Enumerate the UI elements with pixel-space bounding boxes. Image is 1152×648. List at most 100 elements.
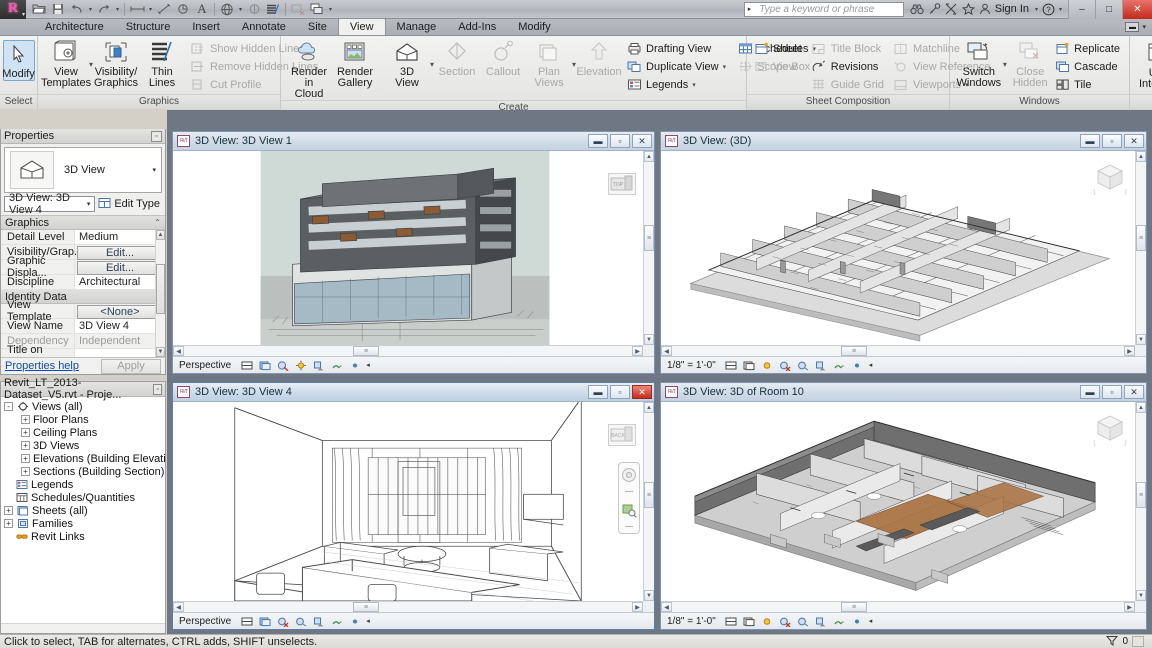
detail-level-icon[interactable] <box>258 615 271 628</box>
user-interface-button[interactable]: User Interface <box>1135 40 1152 90</box>
properties-scrollbar[interactable]: ▲ ▼ <box>155 230 165 357</box>
detail-level-icon[interactable] <box>258 359 271 372</box>
horizontal-scroll-thumb-2[interactable]: ≡ <box>841 346 867 356</box>
section-icon[interactable] <box>245 1 263 18</box>
view-canvas-3d-of-room-10[interactable] <box>661 402 1135 601</box>
tree-node-3d-views[interactable]: + 3D Views <box>4 439 165 452</box>
scroll-left-icon[interactable]: ◀ <box>661 346 672 356</box>
scroll-up-icon[interactable]: ▲ <box>1136 402 1146 413</box>
scale-icon[interactable] <box>240 359 253 372</box>
shadows-icon[interactable] <box>797 615 810 628</box>
apply-button[interactable]: Apply <box>101 359 161 374</box>
visual-style-icon[interactable] <box>761 615 774 628</box>
properties-scroll-down-icon[interactable]: ▼ <box>156 347 165 357</box>
thin-lines-icon[interactable] <box>264 1 282 18</box>
view-minimize-button-1[interactable]: ▬ <box>588 134 608 148</box>
view-window-3d-view-4[interactable]: RVT 3D View: 3D View 4 ▬ ▫ ✕ <box>172 382 655 630</box>
edit-type-button[interactable]: Edit Type <box>98 197 162 212</box>
more-icon[interactable]: ◂ <box>366 361 370 369</box>
view-vertical-scrollbar-4[interactable]: ▲ ≡ ▼ <box>1135 402 1146 601</box>
restore-button[interactable]: □ <box>1095 0 1122 19</box>
view-maximize-button-3[interactable]: ▫ <box>610 385 630 399</box>
view-titlebar-3d-of-room-10[interactable]: RVT 3D View: 3D of Room 10 ▬ ▫ ✕ <box>661 383 1146 402</box>
tree-node-schedules[interactable]: Schedules/Quantities <box>4 491 165 504</box>
tree-node-sections[interactable]: + Sections (Building Section) <box>4 465 165 478</box>
tree-node-floor-plans[interactable]: + Floor Plans <box>4 413 165 426</box>
view-close-button-1[interactable]: ✕ <box>632 134 652 148</box>
tab-annotate[interactable]: Annotate <box>231 19 297 35</box>
navigation-cube-3[interactable]: BACK <box>608 424 636 446</box>
view-scale-label-2[interactable]: 1/8" = 1'-0" <box>667 360 716 371</box>
project-browser-close-icon[interactable]: ▫ <box>153 384 162 395</box>
view-canvas-3d[interactable] <box>661 151 1135 345</box>
properties-scroll-thumb[interactable] <box>156 264 165 314</box>
ribbon-display-options[interactable]: ▬ ▾ <box>1125 19 1152 35</box>
close-hidden-button[interactable]: Close Hidden <box>1007 39 1053 89</box>
property-row-graphic-display[interactable]: Graphic Displa... Edit... <box>1 260 165 275</box>
switch-windows-icon[interactable] <box>308 1 326 18</box>
view-horizontal-scrollbar-1[interactable]: ◀ ≡ ▶ <box>173 345 643 356</box>
tree-node-legends[interactable]: Legends <box>4 478 165 491</box>
family-type-preview[interactable]: 3D View ▾ <box>4 147 162 193</box>
tree-node-ceiling-plans[interactable]: + Ceiling Plans <box>4 426 165 439</box>
horizontal-scroll-thumb-4[interactable]: ≡ <box>841 602 867 612</box>
graphics-collapse-icon[interactable]: ⌃ <box>154 218 161 227</box>
view-placement-button[interactable]: View <box>752 58 806 75</box>
view-close-button-2[interactable]: ✕ <box>1124 134 1144 148</box>
expander-icon[interactable]: + <box>21 441 30 450</box>
navbar-caret-icon-2[interactable] <box>621 522 637 533</box>
render-gallery-button[interactable]: Render Gallery <box>332 39 378 89</box>
tree-node-elevations[interactable]: + Elevations (Building Elevation) <box>4 452 165 465</box>
scroll-right-icon[interactable]: ▶ <box>1124 346 1135 356</box>
vertical-scroll-thumb-4[interactable]: ≡ <box>1136 482 1146 508</box>
tab-manage[interactable]: Manage <box>386 19 448 35</box>
property-value-discipline[interactable]: Architectural <box>75 275 165 289</box>
type-selector-combo[interactable]: 3D View: 3D View 4 ▾ <box>4 196 95 212</box>
scroll-right-icon[interactable]: ▶ <box>632 346 643 356</box>
hide-isolate-icon[interactable] <box>851 359 864 372</box>
callout-button[interactable]: Callout <box>480 39 526 78</box>
help-icon[interactable]: ? <box>1040 1 1057 18</box>
view-close-button-3[interactable]: ✕ <box>632 385 652 399</box>
sun-path-icon[interactable] <box>294 615 307 628</box>
view-scale-label-1[interactable]: Perspective <box>179 360 231 371</box>
help-caret-icon[interactable]: ▾ <box>1057 6 1064 13</box>
expander-icon[interactable]: + <box>21 428 30 437</box>
close-button[interactable]: ✕ <box>1122 0 1152 19</box>
crop-view-icon[interactable] <box>833 359 846 372</box>
save-icon[interactable] <box>49 1 67 18</box>
tree-node-sheets[interactable]: + Sheets (all) <box>4 504 165 517</box>
view-maximize-button-2[interactable]: ▫ <box>1102 134 1122 148</box>
view-horizontal-scrollbar-4[interactable]: ◀ ≡ ▶ <box>661 601 1135 612</box>
ribbon-options-caret-icon[interactable]: ▾ <box>1142 23 1146 31</box>
search-history-caret-icon[interactable]: ▸ <box>745 5 755 13</box>
view-close-button-4[interactable]: ✕ <box>1124 385 1144 399</box>
vertical-scroll-thumb-1[interactable]: ≡ <box>644 225 654 251</box>
view-templates-button[interactable]: View Templates <box>43 39 89 89</box>
tab-architecture[interactable]: Architecture <box>34 19 115 35</box>
scroll-up-icon[interactable]: ▲ <box>1136 151 1146 162</box>
open-icon[interactable] <box>30 1 48 18</box>
render-in-cloud-button[interactable]: Render in Cloud <box>286 39 332 100</box>
tag-icon[interactable] <box>174 1 192 18</box>
properties-section-graphics[interactable]: Graphics ⌃ <box>1 216 165 230</box>
navigation-cube-4[interactable] <box>1090 410 1130 446</box>
view-scale-label-4[interactable]: 1/8" = 1'-0" <box>667 616 716 627</box>
property-value-title-on-sheet[interactable] <box>75 349 165 357</box>
scroll-left-icon[interactable]: ◀ <box>173 602 184 612</box>
horizontal-scroll-thumb-3[interactable]: ≡ <box>353 602 379 612</box>
property-row-view-template[interactable]: View Template <None> <box>1 304 165 319</box>
scroll-left-icon[interactable]: ◀ <box>173 346 184 356</box>
hide-isolate-icon[interactable] <box>851 615 864 628</box>
visual-style-icon[interactable] <box>761 359 774 372</box>
switch-windows-button[interactable]: Switch Windows <box>955 39 1003 89</box>
view-vertical-scrollbar-2[interactable]: ▲ ≡ ▼ <box>1135 151 1146 345</box>
tree-node-families[interactable]: + Families <box>4 517 165 530</box>
property-row-view-name[interactable]: View Name 3D View 4 <box>1 319 165 334</box>
replicate-button[interactable]: Replicate <box>1053 40 1124 57</box>
render-dialog-icon[interactable] <box>330 359 343 372</box>
view-canvas-3d-view-4[interactable] <box>173 402 643 601</box>
sign-in-button[interactable]: Sign In <box>994 3 1033 15</box>
detail-level-icon[interactable] <box>743 359 756 372</box>
vertical-scroll-thumb-3[interactable]: ≡ <box>644 482 654 508</box>
